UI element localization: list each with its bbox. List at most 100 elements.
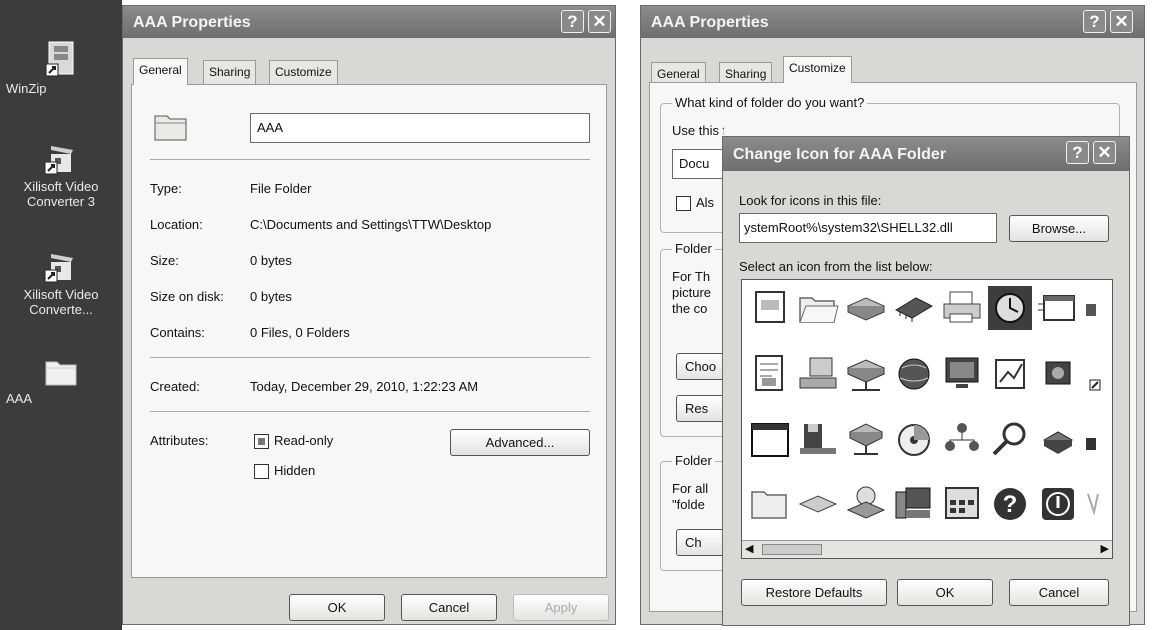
horizontal-scrollbar[interactable]: ◀ ▶	[742, 540, 1112, 558]
icon-choice[interactable]	[940, 482, 984, 526]
icon-choice[interactable]	[1084, 418, 1112, 462]
shutdown-icon	[1042, 488, 1074, 520]
title-bar: AAA Properties ? ✕	[123, 6, 615, 38]
advanced-button[interactable]: Advanced...	[450, 429, 590, 456]
drive-icon	[846, 297, 886, 321]
tab-general[interactable]: General	[133, 58, 188, 85]
folder-icon	[751, 491, 787, 519]
icon-choice[interactable]: ?	[988, 482, 1032, 526]
scroll-left-arrow[interactable]: ◀	[745, 542, 753, 555]
icon-choice[interactable]	[748, 418, 792, 462]
video-converter-icon	[44, 254, 73, 283]
icon-choice[interactable]	[796, 352, 840, 396]
desktop-icon-xilisoft[interactable]: Xilisoft Video Converte...	[0, 248, 122, 317]
readonly-checkbox[interactable]	[254, 434, 269, 449]
icon-choice[interactable]	[1036, 418, 1080, 462]
icon-choice[interactable]	[1036, 352, 1080, 396]
cut-icon	[1087, 493, 1099, 516]
also-apply-label: Als	[696, 195, 715, 210]
close-button[interactable]: ✕	[1093, 141, 1116, 164]
icon-choice[interactable]	[1036, 286, 1080, 330]
help-button[interactable]: ?	[561, 10, 584, 33]
desktop-icon-xilisoft-3[interactable]: Xilisoft Video Converter 3	[0, 140, 122, 209]
network-icon	[848, 423, 884, 455]
help-button[interactable]: ?	[1083, 10, 1106, 33]
clock-icon	[995, 293, 1025, 323]
window-icon	[1038, 295, 1075, 321]
search-icon	[992, 422, 1026, 456]
tab-customize[interactable]: Customize	[783, 56, 852, 83]
icon-choice[interactable]	[844, 352, 888, 396]
computer-icon	[799, 357, 837, 389]
cancel-button[interactable]: Cancel	[1009, 579, 1109, 606]
desktop-icon-label: AAA	[6, 391, 33, 406]
look-for-label: Look for icons in this file:	[739, 193, 882, 208]
ok-button[interactable]: OK	[897, 579, 993, 606]
icon-choice[interactable]	[844, 418, 888, 462]
icon-choice[interactable]	[748, 286, 792, 330]
chip-icon	[894, 297, 934, 322]
hidden-checkbox[interactable]	[254, 464, 269, 479]
help-button[interactable]: ?	[1066, 141, 1089, 164]
contains-value: 0 Files, 0 Folders	[250, 325, 350, 340]
icon-choice[interactable]	[796, 286, 840, 330]
ok-button[interactable]: OK	[289, 594, 385, 621]
icon-choice[interactable]	[988, 418, 1032, 462]
close-button[interactable]: ✕	[1110, 10, 1133, 33]
icon-choice[interactable]	[940, 418, 984, 462]
also-apply-checkbox[interactable]	[676, 196, 691, 211]
desktop-icon-label: WinZip	[6, 81, 47, 96]
icon-choice[interactable]	[892, 352, 936, 396]
template-label: Use this folder type as a template:	[672, 123, 724, 138]
general-panel: AAA Type: File Folder Location: C:\Docum…	[131, 84, 607, 578]
small-icon	[1086, 438, 1096, 450]
icon-choice[interactable]	[940, 352, 984, 396]
icon-choice[interactable]	[892, 418, 936, 462]
readonly-label: Read-only	[274, 433, 334, 448]
icon-choice[interactable]	[748, 482, 792, 526]
file-icon	[755, 291, 785, 323]
restore-defaults-button[interactable]: Restore Defaults	[741, 579, 887, 606]
divider	[150, 159, 590, 160]
pictures-text: the co	[672, 301, 708, 316]
icon-choice[interactable]	[988, 286, 1032, 330]
folder-icon	[45, 361, 77, 386]
floppy-icon	[800, 424, 836, 454]
tab-sharing[interactable]: Sharing	[203, 60, 257, 84]
icon-file-input[interactable]: ystemRoot%\system32\SHELL32.dll	[739, 213, 997, 243]
icon-choice[interactable]	[1036, 482, 1080, 526]
browse-button[interactable]: Browse...	[1009, 215, 1109, 242]
icon-choice[interactable]	[1084, 286, 1112, 330]
icon-choice[interactable]	[796, 482, 840, 526]
icon-choice[interactable]	[796, 418, 840, 462]
contains-label: Contains:	[150, 325, 205, 340]
cancel-button[interactable]: Cancel	[401, 594, 497, 621]
cd-drive-icon	[846, 486, 886, 519]
svg-text:?: ?	[1003, 491, 1018, 518]
icon-choice[interactable]	[940, 286, 984, 330]
partial-icon	[1086, 304, 1096, 316]
folder-name-input[interactable]: AAA	[250, 113, 590, 143]
icon-choice[interactable]	[844, 286, 888, 330]
icon-choice[interactable]	[1084, 352, 1112, 396]
icon-choice[interactable]	[988, 352, 1032, 396]
desktop-icon-aaa[interactable]: AAA	[0, 356, 122, 406]
scroll-thumb[interactable]	[762, 544, 822, 555]
icon-choice[interactable]	[844, 482, 888, 526]
help-icon: ?	[994, 488, 1026, 520]
tab-customize[interactable]: Customize	[269, 60, 338, 84]
shortcut-icon	[1089, 379, 1101, 391]
close-button[interactable]: ✕	[588, 10, 611, 33]
apply-button[interactable]: Apply	[513, 594, 609, 621]
desktop-icon-winzip[interactable]: WinZip	[0, 40, 122, 96]
icon-choice[interactable]	[748, 352, 792, 396]
icon-choice[interactable]	[892, 482, 936, 526]
icon-choice[interactable]	[1084, 482, 1112, 526]
icon-list[interactable]: ? ◀ ▶	[741, 279, 1113, 559]
select-icon-label: Select an icon from the list below:	[739, 259, 933, 274]
title-bar: AAA Properties ? ✕	[641, 6, 1144, 38]
icon-choice[interactable]	[892, 286, 936, 330]
scroll-right-arrow[interactable]: ▶	[1101, 542, 1109, 555]
window-blank-icon	[751, 423, 789, 457]
divider	[150, 411, 590, 412]
